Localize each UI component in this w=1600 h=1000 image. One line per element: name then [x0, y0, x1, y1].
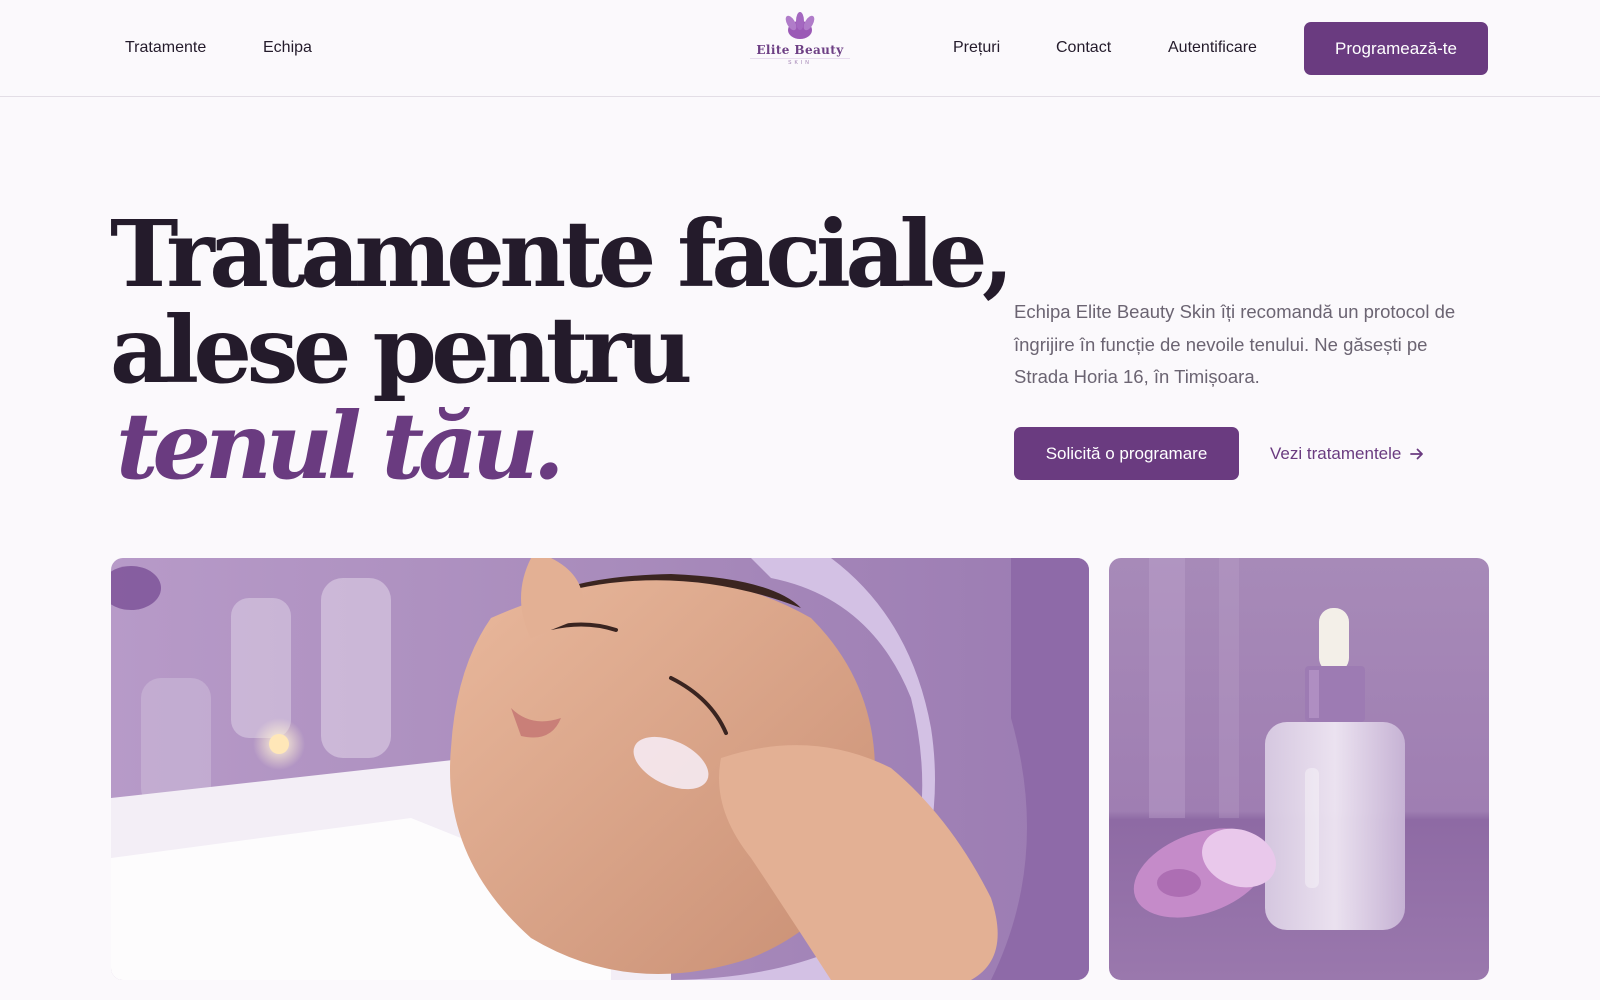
hero-title-accent: tenul tău.: [116, 392, 565, 500]
request-appointment-button[interactable]: Solicită o programare: [1014, 427, 1239, 480]
nav-link-contact[interactable]: Contact: [1056, 38, 1111, 58]
nav-link-preturi[interactable]: Prețuri: [953, 38, 1000, 58]
serum-bottle-photo: [1109, 558, 1489, 980]
hero-description: Echipa Elite Beauty Skin îți recomandă u…: [1014, 301, 1456, 387]
arrow-right-icon: [1410, 448, 1424, 460]
facial-treatment-illustration: [111, 558, 1089, 980]
view-treatments-link[interactable]: Vezi tratamentele: [1270, 444, 1425, 464]
nav-link-autentificare[interactable]: Autentificare: [1168, 38, 1257, 58]
lotus-icon: [785, 12, 815, 39]
serum-bottle-illustration: [1109, 558, 1489, 980]
hero-title-line-1: Tratamente faciale,: [110, 200, 1014, 308]
hero-title-line-2: alese pentru: [110, 296, 693, 404]
facial-treatment-photo: [111, 558, 1089, 980]
book-appointment-button[interactable]: Programează-te: [1304, 22, 1488, 75]
brand-logo[interactable]: Elite Beauty SKIN: [746, 12, 854, 74]
hero-title: Tratamente faciale, alese pentru tenul t…: [110, 200, 1014, 500]
nav-link-echipa[interactable]: Echipa: [263, 38, 312, 58]
logo-name: Elite Beauty: [756, 43, 844, 57]
logo-subtitle: SKIN: [750, 58, 850, 66]
view-treatments-label: Vezi tratamentele: [1270, 444, 1402, 463]
site-header: Tratamente Echipa Elite Beauty SKIN Preț…: [0, 0, 1600, 97]
nav-link-tratamente[interactable]: Tratamente: [125, 38, 206, 58]
